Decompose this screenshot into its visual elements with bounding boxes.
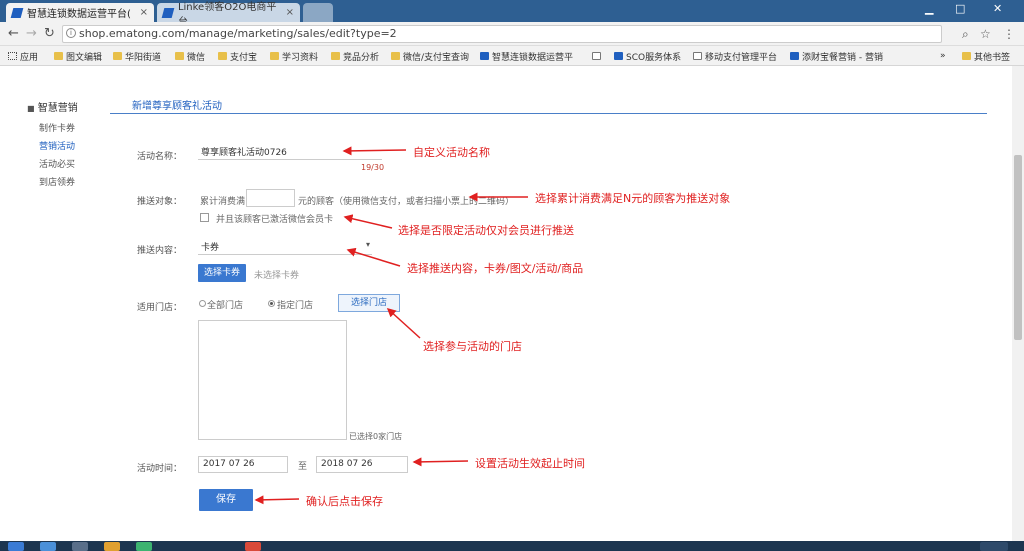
arrow-member [343,214,393,229]
arrow-save [254,495,300,505]
arrow-store [386,307,421,339]
taskbar-app-icon[interactable] [40,542,56,551]
taskbar-app-icon[interactable] [72,542,88,551]
arrow-name [342,146,407,156]
os-taskbar [0,541,1024,551]
clock-area[interactable] [980,542,1008,551]
taskbar-app-icon[interactable] [104,542,120,551]
taskbar-app-icon[interactable] [245,542,261,551]
arrow-time [412,457,469,467]
annotation-arrows [254,146,528,505]
start-icon[interactable] [8,542,24,551]
arrow-content [346,247,401,267]
scrollbar-thumb[interactable] [1014,155,1022,340]
taskbar-app-icon[interactable] [136,542,152,551]
